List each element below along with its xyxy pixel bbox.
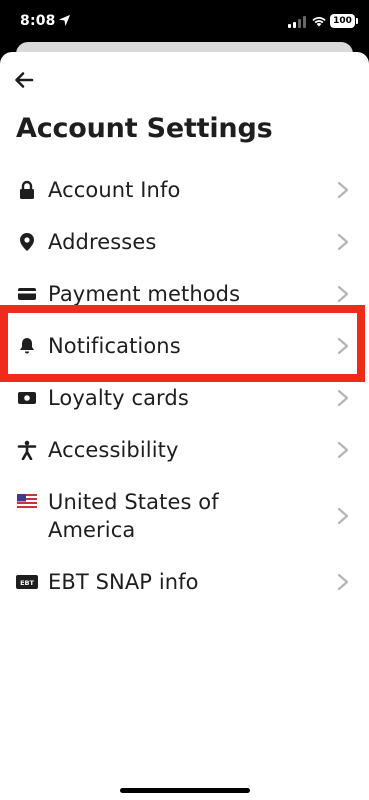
chevron-right-icon <box>337 389 349 407</box>
location-arrow-icon <box>58 14 71 27</box>
chevron-right-icon <box>337 507 349 525</box>
status-bar: 8:08 100 <box>0 0 369 46</box>
home-indicator <box>120 788 250 793</box>
lock-icon <box>16 179 38 201</box>
back-arrow-icon <box>15 72 34 88</box>
location-pin-icon <box>16 231 38 253</box>
highlight-annotation <box>0 305 365 382</box>
menu-item-accessibility[interactable]: Accessibility <box>0 424 369 476</box>
chevron-right-icon <box>337 573 349 591</box>
chevron-right-icon <box>337 233 349 251</box>
loyalty-card-icon <box>16 387 38 409</box>
back-button[interactable] <box>10 66 38 94</box>
menu-item-label: Account Info <box>48 178 181 202</box>
status-time: 8:08 <box>20 13 56 29</box>
menu-item-addresses[interactable]: Addresses <box>0 216 369 268</box>
chevron-right-icon <box>337 285 349 303</box>
credit-card-icon <box>16 283 38 305</box>
menu-item-label-line1: United States of <box>48 490 219 514</box>
menu-item-label: Loyalty cards <box>48 386 189 410</box>
menu-item-label-line2: America <box>48 518 136 542</box>
menu-item-account-info[interactable]: Account Info <box>0 164 369 216</box>
chevron-right-icon <box>337 181 349 199</box>
cellular-signal-icon <box>288 16 306 28</box>
battery-icon: 100 <box>330 14 355 28</box>
us-flag-icon <box>16 490 38 512</box>
settings-sheet: Account Settings Account Info Addresses … <box>0 52 369 800</box>
menu-item-ebt-snap[interactable]: EBT EBT SNAP info <box>0 556 369 608</box>
page-title: Account Settings <box>16 113 273 144</box>
menu-item-label: Accessibility <box>48 438 179 462</box>
menu-item-label: Payment methods <box>48 282 241 306</box>
svg-text:EBT: EBT <box>20 579 34 587</box>
accessibility-icon <box>16 439 38 461</box>
menu-item-label: EBT SNAP info <box>48 570 199 594</box>
menu-item-country[interactable]: United States of America <box>0 476 369 556</box>
ebt-card-icon: EBT <box>16 571 38 593</box>
battery-cap <box>356 18 358 24</box>
chevron-right-icon <box>337 441 349 459</box>
menu-item-label: Addresses <box>48 230 157 254</box>
wifi-icon <box>312 17 326 27</box>
